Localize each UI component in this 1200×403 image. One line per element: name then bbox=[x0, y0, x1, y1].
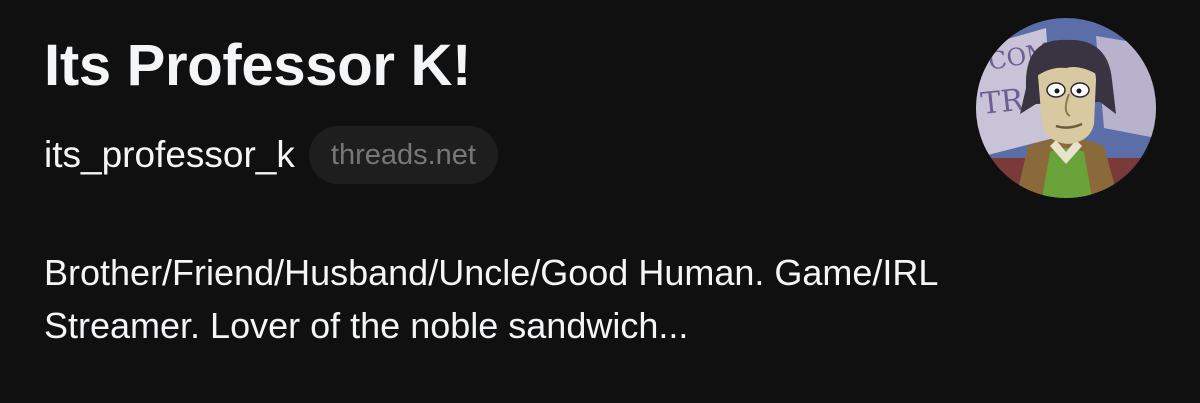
svg-text:TR: TR bbox=[979, 83, 1026, 122]
username: its_professor_k bbox=[44, 134, 295, 175]
threads-domain-badge[interactable]: threads.net bbox=[308, 126, 498, 184]
profile-avatar[interactable]: COMI TR bbox=[976, 18, 1156, 198]
bio: Brother/Friend/Husband/Uncle/Good Human.… bbox=[44, 246, 1124, 352]
display-name: Its Professor K! bbox=[44, 33, 472, 98]
profile-header: Its Professor K! its_professor_k threads… bbox=[0, 0, 1200, 403]
handle-row: its_professor_k threads.net bbox=[44, 124, 498, 186]
bio-line: Brother/Friend/Husband/Uncle/Good Human.… bbox=[44, 252, 939, 293]
bio-line: Streamer. Lover of the noble sandwich... bbox=[44, 305, 689, 346]
cartoon-character-avatar-icon: COMI TR bbox=[976, 18, 1156, 198]
